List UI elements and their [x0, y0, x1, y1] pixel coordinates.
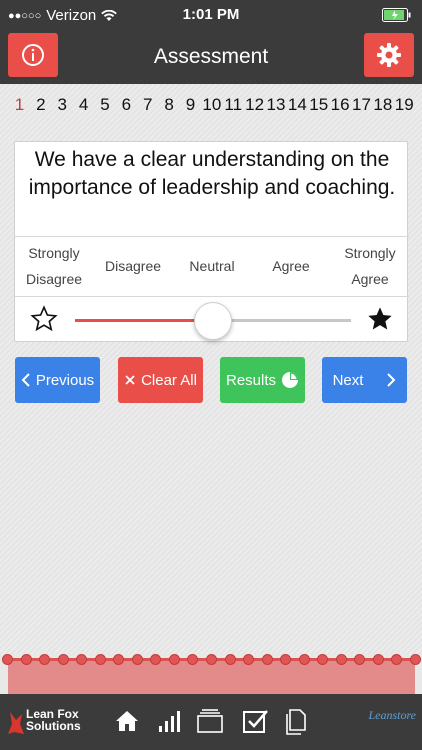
- progress-dot: [410, 654, 421, 665]
- home-icon[interactable]: [114, 708, 140, 734]
- question-number-4[interactable]: 4: [74, 96, 93, 136]
- progress-dot: [280, 654, 292, 665]
- progress-dot: [261, 654, 273, 665]
- progress-dot: [224, 654, 236, 665]
- question-number-18[interactable]: 18: [373, 96, 392, 136]
- documents-icon[interactable]: [284, 708, 308, 736]
- previous-button[interactable]: Previous: [15, 357, 100, 403]
- question-number-15[interactable]: 15: [309, 96, 328, 136]
- leanstore-logo[interactable]: Leanstore: [368, 708, 416, 723]
- page-title: Assessment: [153, 45, 269, 68]
- question-number-2[interactable]: 2: [31, 96, 50, 136]
- next-label: Next: [332, 371, 364, 389]
- progress-dot: [113, 654, 125, 665]
- progress-dot: [317, 654, 329, 665]
- previous-label: Previous: [35, 371, 95, 389]
- clear-all-button[interactable]: Clear All: [118, 357, 203, 403]
- next-button[interactable]: Next: [322, 357, 407, 403]
- progress-dot: [243, 654, 255, 665]
- question-number-10[interactable]: 10: [202, 96, 221, 136]
- results-label: Results: [225, 371, 277, 389]
- pie-chart-icon: [282, 372, 299, 388]
- battery-icon: [382, 8, 412, 26]
- scale-label: Neutral: [189, 258, 235, 274]
- scale-label: Agree: [272, 258, 310, 274]
- fox-icon: [8, 712, 24, 734]
- question-number-17[interactable]: 17: [352, 96, 371, 136]
- progress-indicator: [0, 654, 422, 694]
- status-bar: ●●○○○ Verizon 1:01 PM: [0, 0, 422, 30]
- scale-label: Strongly Agree: [344, 245, 396, 287]
- progress-dot: [39, 654, 51, 665]
- progress-dot: [187, 654, 199, 665]
- progress-dot: [2, 654, 13, 665]
- question-number-11[interactable]: 11: [224, 96, 243, 136]
- question-number-3[interactable]: 3: [53, 96, 72, 136]
- question-number-8[interactable]: 8: [160, 96, 179, 136]
- checkbox-icon[interactable]: [242, 708, 270, 736]
- question-number-5[interactable]: 5: [96, 96, 115, 136]
- progress-dot: [20, 654, 32, 665]
- rating-slider-row: [15, 297, 409, 343]
- question-number-7[interactable]: 7: [138, 96, 157, 136]
- slider-fill: [75, 319, 213, 322]
- progress-dot: [206, 654, 217, 665]
- gear-icon: [377, 43, 401, 67]
- bar-chart-icon[interactable]: [156, 708, 182, 734]
- question-number-13[interactable]: 13: [267, 96, 286, 136]
- status-time: 1:01 PM: [182, 6, 240, 23]
- question-number-1[interactable]: 1: [10, 96, 29, 136]
- progress-dot: [168, 654, 180, 665]
- tab-bar: Lean Fox Solutions Leanstore: [0, 694, 422, 750]
- star-filled-icon: [368, 307, 392, 330]
- settings-button[interactable]: [364, 33, 414, 77]
- question-number-9[interactable]: 9: [181, 96, 200, 136]
- layers-icon[interactable]: [196, 708, 226, 734]
- close-icon: [125, 375, 135, 385]
- question-number-12[interactable]: 12: [245, 96, 264, 136]
- slider-track[interactable]: [75, 302, 351, 340]
- nav-bar: Assessment: [0, 30, 422, 84]
- progress-dot: [354, 654, 366, 665]
- question-number-6[interactable]: 6: [117, 96, 136, 136]
- progress-dot: [335, 654, 347, 665]
- results-button[interactable]: Results: [220, 357, 305, 403]
- logo-line-2: Solutions: [26, 719, 81, 733]
- question-number-strip: 1 2 3 4 5 6 7 8 9 10 11 12 13 14 15 16 17 18 19: [10, 96, 414, 136]
- question-number-19[interactable]: 19: [395, 96, 414, 136]
- question-number-14[interactable]: 14: [288, 96, 307, 136]
- lean-fox-logo: Lean Fox Solutions: [6, 706, 86, 742]
- progress-dot: [150, 654, 162, 665]
- chevron-right-icon: [387, 373, 396, 387]
- progress-dot: [131, 654, 143, 665]
- progress-dot: [94, 654, 106, 665]
- question-text: We have a clear understanding on the imp…: [28, 148, 396, 199]
- question-number-16[interactable]: 16: [331, 96, 350, 136]
- star-outline-icon: [30, 305, 58, 332]
- scale-label: Disagree: [104, 258, 162, 274]
- question-card: We have a clear understanding on the imp…: [14, 141, 409, 343]
- chevron-left-icon: [21, 373, 30, 387]
- progress-dot: [372, 654, 384, 665]
- clear-all-label: Clear All: [141, 371, 197, 389]
- progress-dot: [298, 654, 310, 665]
- scale-label: Strongly Disagree: [25, 245, 83, 287]
- progress-dots: [0, 654, 422, 666]
- progress-dot: [391, 654, 403, 665]
- progress-dot: [76, 654, 88, 665]
- progress-dot: [57, 654, 69, 665]
- slider-thumb[interactable]: [194, 302, 232, 340]
- scale-labels: Strongly Disagree Disagree Neutral Agree Str…: [15, 236, 409, 296]
